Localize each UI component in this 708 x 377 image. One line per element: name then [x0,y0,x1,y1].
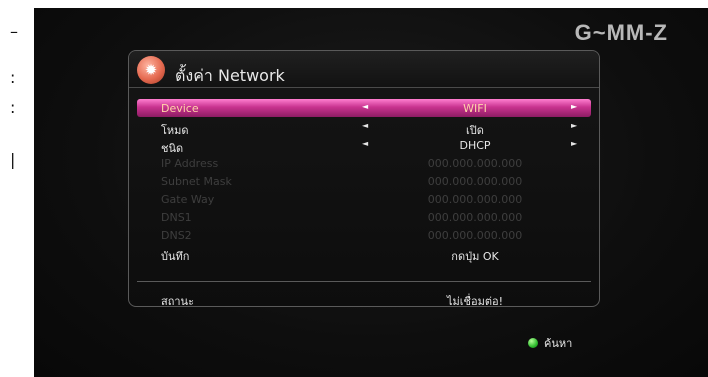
edge-fragment: – [10,22,18,41]
status-value: ไม่เชื่อมต่อ! [446,295,504,308]
settings-row: DNS1 000.000.000.000 [137,208,591,226]
settings-row: DNS2 000.000.000.000 [137,226,591,244]
settings-row-label: DNS2 [161,229,192,242]
edge-fragment: : [10,68,16,87]
settings-row-value: 000.000.000.000 [427,157,523,170]
settings-row: IP Address 000.000.000.000 [137,154,591,172]
settings-row-value: 000.000.000.000 [427,175,523,188]
settings-row-label: Gate Way [161,193,215,206]
green-button-icon [528,338,538,348]
settings-row-value: กดปุ่ม OK [451,250,499,263]
settings-row-value: DHCP [459,139,491,152]
settings-row-value: 000.000.000.000 [427,211,523,224]
panel-header: ✹ ตั้งค่า Network [129,51,599,88]
settings-row-value: 000.000.000.000 [427,229,523,242]
edge-fragment: : [10,98,16,117]
search-hint[interactable]: ค้นหา [528,334,572,352]
arrow-right-icon[interactable]: ► [571,102,577,111]
settings-row[interactable]: ชนิด ◄ DHCP ► [137,136,591,155]
settings-row[interactable]: โหมด ◄ เปิด ► [137,118,591,137]
arrow-left-icon[interactable]: ◄ [362,102,368,111]
network-settings-panel: ✹ ตั้งค่า Network Device ◄ WIFI ► โหมด ◄ เปิด ►… [128,50,600,309]
settings-row-label: Device [161,102,199,115]
settings-row-label: DNS1 [161,211,192,224]
brand-logo: G~MM-Z [574,20,668,45]
arrow-left-icon[interactable]: ◄ [362,139,368,148]
settings-row-label: IP Address [161,157,219,170]
settings-row-label: Subnet Mask [161,175,232,188]
settings-row[interactable]: Device ◄ WIFI ► [137,99,591,117]
settings-row[interactable]: บันทึก กดปุ่ม OK [137,244,591,263]
status-row: สถานะ ไม่เชื่อมต่อ! [137,291,591,309]
status-divider [137,281,591,282]
edge-fragment: | [10,150,16,169]
arrow-right-icon[interactable]: ► [571,139,577,148]
search-hint-label: ค้นหา [544,337,573,350]
settings-row-label: บันทึก [161,250,190,263]
panel-title: ตั้งค่า Network [175,66,285,85]
network-gear-icon: ✹ [137,56,165,84]
arrow-left-icon[interactable]: ◄ [362,121,368,130]
arrow-right-icon[interactable]: ► [571,121,577,130]
settings-row: Gate Way 000.000.000.000 [137,190,591,208]
status-label: สถานะ [161,295,194,308]
settings-row-value: 000.000.000.000 [427,193,523,206]
settings-row-value: WIFI [463,102,487,115]
settings-row: Subnet Mask 000.000.000.000 [137,172,591,190]
tv-screen: G~MM-Z ✹ ตั้งค่า Network Device ◄ WIFI ► โหม… [34,8,708,377]
left-edge-fragments: – : : | [0,0,30,377]
